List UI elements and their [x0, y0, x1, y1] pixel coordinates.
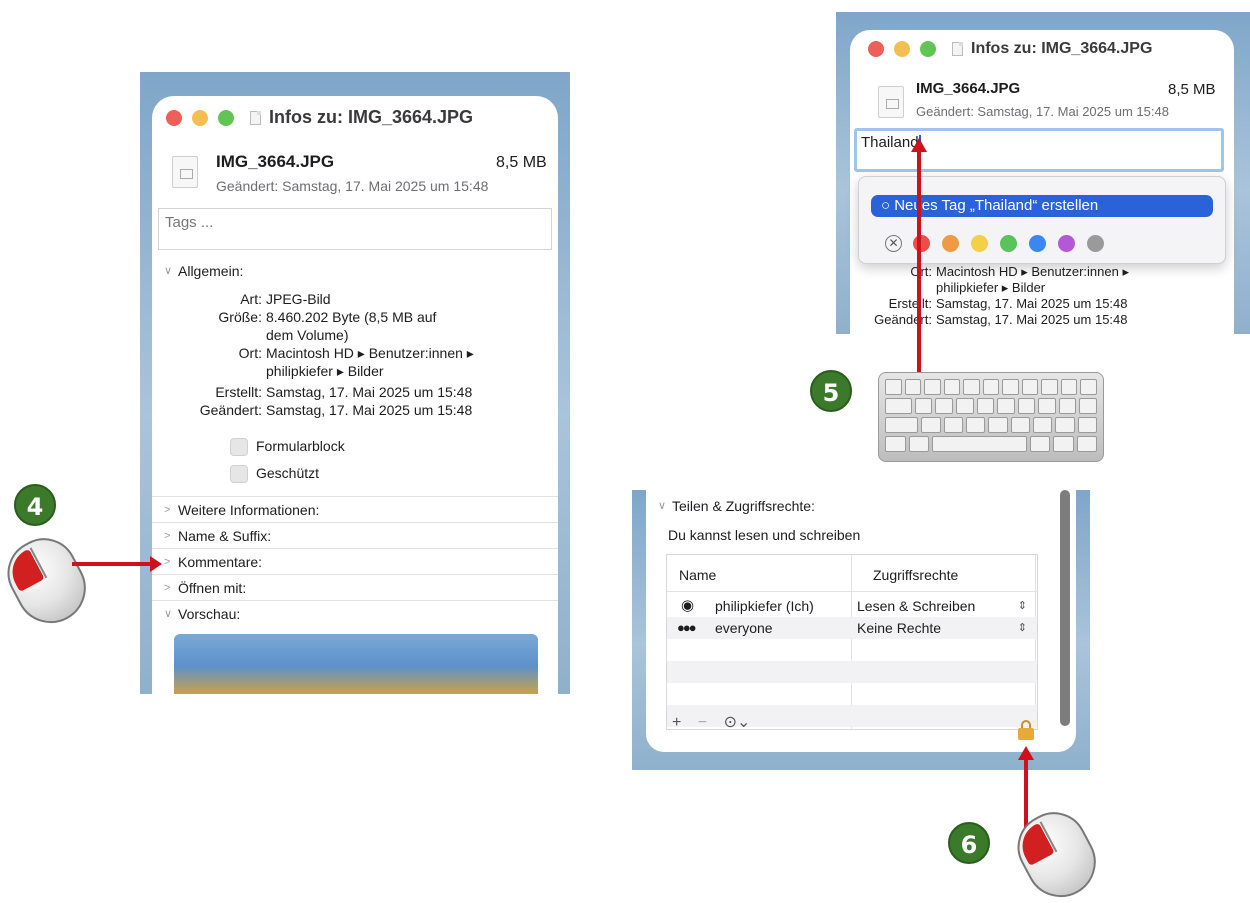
- mouse-left-button: [1014, 822, 1055, 866]
- table-header-divider: [667, 591, 1037, 592]
- info-modified: Geändert: Samstag, 17. Mai 2025 um 15:48: [199, 402, 473, 418]
- info-created: Erstellt: Samstag, 17. Mai 2025 um 15:48: [215, 384, 473, 400]
- section-open-with[interactable]: > Öffnen mit:: [152, 574, 558, 601]
- step-badge-5: 5: [810, 370, 852, 412]
- table-row[interactable]: ◉ philipkiefer (Ich) Lesen & Schreiben ⇕: [667, 595, 1037, 617]
- screenshot-bottom-right: ∨ Teilen & Zugriffsrechte: Du kannst les…: [632, 490, 1090, 770]
- permissions-table: Name Zugriffsrechte ◉ philipkiefer (Ich)…: [666, 554, 1038, 730]
- chevron-down-icon: ∨: [164, 608, 173, 620]
- screenshot-top-right: Infos zu: IMG_3664.JPG IMG_3664.JPG 8,5 …: [836, 12, 1250, 334]
- section-general[interactable]: ∨ Allgemein:: [152, 258, 558, 285]
- user-icon: ◉: [681, 597, 695, 614]
- column-header-rights[interactable]: Zugriffsrechte: [873, 567, 958, 583]
- info-size: Größe: 8.460.202 Byte (8,5 MB auf dem Vo…: [218, 309, 437, 343]
- file-modified: Geändert: Samstag, 17. Mai 2025 um 15:48: [216, 178, 489, 194]
- add-button[interactable]: +: [672, 714, 681, 731]
- stepper-icon[interactable]: ⇕: [1018, 617, 1027, 639]
- file-name: IMG_3664.JPG: [216, 152, 335, 171]
- info-window-tags: Infos zu: IMG_3664.JPG IMG_3664.JPG 8,5 …: [850, 30, 1234, 334]
- chevron-right-icon: >: [164, 556, 171, 568]
- tag-color-swatch[interactable]: [971, 235, 988, 252]
- image-preview: [174, 634, 538, 694]
- minimize-button[interactable]: [192, 109, 208, 126]
- section-comments[interactable]: > Kommentare:: [152, 548, 558, 575]
- tags-input[interactable]: Thailand: [854, 128, 1224, 172]
- stepper-icon[interactable]: ⇕: [1018, 595, 1027, 617]
- create-tag-option[interactable]: ○ Neues Tag „Thailand“ erstellen: [871, 195, 1213, 217]
- lock-body: [1018, 728, 1034, 740]
- mouse-left-button: [4, 548, 45, 592]
- table-row-empty: [667, 661, 1037, 683]
- close-button[interactable]: [868, 41, 884, 57]
- table-row[interactable]: ●●● everyone Keine Rechte ⇕: [667, 617, 1037, 639]
- chevron-right-icon: >: [164, 504, 171, 516]
- group-icon: ●●●: [677, 620, 697, 635]
- close-button[interactable]: [166, 109, 182, 126]
- chevron-right-icon: >: [164, 582, 171, 594]
- window-titlebar: Infos zu: IMG_3664.JPG: [166, 107, 473, 128]
- keyboard-icon: [878, 372, 1104, 462]
- scrollbar[interactable]: [1060, 490, 1070, 726]
- chevron-right-icon: >: [164, 530, 171, 542]
- section-more-info[interactable]: > Weitere Informationen:: [152, 496, 558, 523]
- screenshot-left: Infos zu: IMG_3664.JPG IMG_3664.JPG 8,5 …: [140, 72, 570, 694]
- arrow-to-tag-input: [917, 150, 921, 376]
- sharing-panel: ∨ Teilen & Zugriffsrechte: Du kannst les…: [646, 490, 1076, 752]
- step-badge-4: 4: [14, 484, 56, 526]
- tag-color-swatch[interactable]: [913, 235, 930, 252]
- chevron-down-icon: ∨: [658, 500, 667, 512]
- section-sharing[interactable]: ∨ Teilen & Zugriffsrechte:: [646, 494, 1076, 518]
- step-badge-6: 6: [948, 822, 990, 864]
- jpeg-file-icon: [878, 86, 904, 118]
- arrow-to-comments: [72, 562, 152, 566]
- locked-checkbox[interactable]: Geschützt: [230, 465, 319, 484]
- window-title: Infos zu: IMG_3664.JPG: [269, 107, 474, 127]
- remove-tag-icon[interactable]: ✕: [885, 235, 902, 252]
- more-actions-button[interactable]: ⊙⌄: [724, 714, 751, 731]
- document-icon: [952, 42, 963, 56]
- file-name: IMG_3664.JPG: [916, 80, 1021, 97]
- arrow-head-icon: [150, 556, 162, 572]
- column-header-name[interactable]: Name: [679, 567, 716, 583]
- arrow-head-icon: [911, 138, 927, 152]
- info-window: Infos zu: IMG_3664.JPG IMG_3664.JPG 8,5 …: [152, 96, 558, 694]
- file-size: 8,5 MB: [496, 154, 547, 171]
- checkbox-box: [230, 465, 248, 484]
- chevron-down-icon: ∨: [164, 265, 173, 277]
- section-preview[interactable]: ∨ Vorschau:: [152, 600, 558, 627]
- minimize-button[interactable]: [894, 41, 910, 57]
- info-kind: Art: JPEG-Bild: [240, 291, 331, 307]
- tag-color-swatch[interactable]: [1058, 235, 1075, 252]
- tag-color-swatch[interactable]: [1029, 235, 1046, 252]
- remove-button[interactable]: −: [698, 714, 707, 731]
- zoom-button[interactable]: [218, 109, 234, 126]
- checkbox-box: [230, 438, 248, 457]
- permission-status: Du kannst lesen und schreiben: [668, 527, 861, 543]
- permissions-toolbar: + − ⊙⌄: [672, 712, 750, 732]
- tags-input[interactable]: Tags ...: [158, 208, 552, 250]
- jpeg-file-icon: [172, 156, 198, 188]
- file-modified: Geändert: Samstag, 17. Mai 2025 um 15:48: [916, 104, 1169, 119]
- tag-suggestion-popover: ○ Neues Tag „Thailand“ erstellen ✕: [858, 176, 1226, 264]
- info-where: Ort: Macintosh HD ▸ Benutzer:innen ▸ phi…: [238, 345, 474, 379]
- document-icon: [250, 110, 261, 125]
- window-title: Infos zu: IMG_3664.JPG: [971, 40, 1153, 57]
- table-row-empty: [667, 639, 1037, 661]
- section-name-extension[interactable]: > Name & Suffix:: [152, 522, 558, 549]
- tag-color-swatch[interactable]: [942, 235, 959, 252]
- window-titlebar: Infos zu: IMG_3664.JPG: [868, 40, 1152, 58]
- arrow-head-icon: [1018, 746, 1034, 760]
- tag-color-swatch[interactable]: [1000, 235, 1017, 252]
- mouse-icon: [1005, 800, 1109, 903]
- zoom-button[interactable]: [920, 41, 936, 57]
- stationery-checkbox[interactable]: Formularblock: [230, 438, 345, 457]
- lock-icon[interactable]: [1018, 720, 1034, 740]
- tag-color-swatch[interactable]: [1087, 235, 1104, 252]
- mouse-icon: [0, 526, 99, 636]
- file-size: 8,5 MB: [1168, 81, 1216, 98]
- table-row-empty: [667, 683, 1037, 705]
